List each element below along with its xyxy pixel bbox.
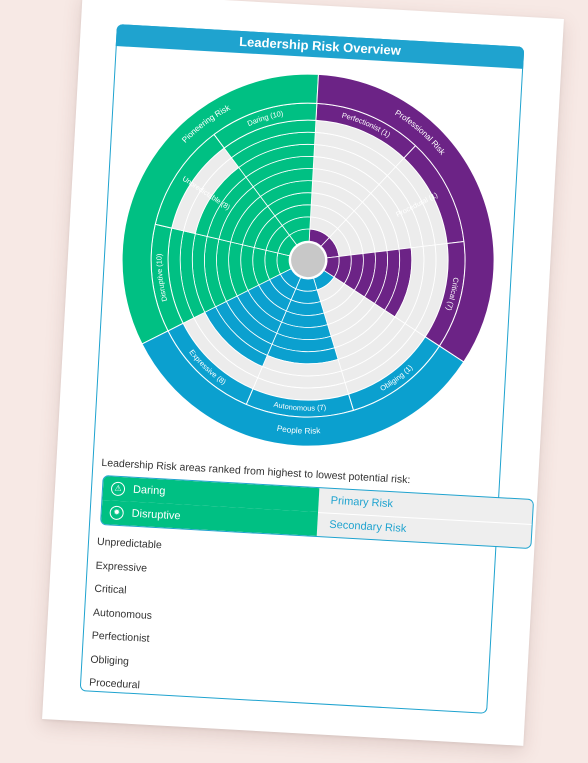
page-background: Leadership Risk Overview Perfectionist (… (0, 0, 588, 763)
disruptive-icon: ✹ (109, 505, 125, 521)
report-title: Leadership Risk Overview (115, 24, 525, 69)
ranked-risk-list: Unpredictable Expressive Critical Autono… (88, 531, 162, 699)
report-panel: Leadership Risk Overview Perfectionist (… (79, 24, 535, 714)
ranked-risk-item: Procedural (88, 676, 141, 692)
report-page: Leadership Risk Overview Perfectionist (… (42, 0, 564, 746)
secondary-risk-tag: Secondary Risk (329, 518, 407, 536)
ranked-risk-item: Critical (94, 582, 127, 597)
ranked-risk-item: Perfectionist (91, 629, 150, 645)
primary-risk-name: Daring (132, 483, 166, 498)
warning-icon: ⚠ (110, 481, 126, 497)
risk-wheel-chart: Perfectionist (1)Procedural (1)Critical … (121, 73, 495, 447)
wheel-center (291, 243, 326, 278)
secondary-risk-name: Disruptive (131, 507, 181, 523)
primary-risk-tag: Primary Risk (330, 494, 394, 511)
ranked-risk-item: Unpredictable (96, 535, 163, 552)
ranked-risk-item: Obliging (90, 653, 130, 668)
ranked-risk-item: Autonomous (92, 606, 153, 622)
ranked-risk-item: Expressive (95, 559, 148, 575)
